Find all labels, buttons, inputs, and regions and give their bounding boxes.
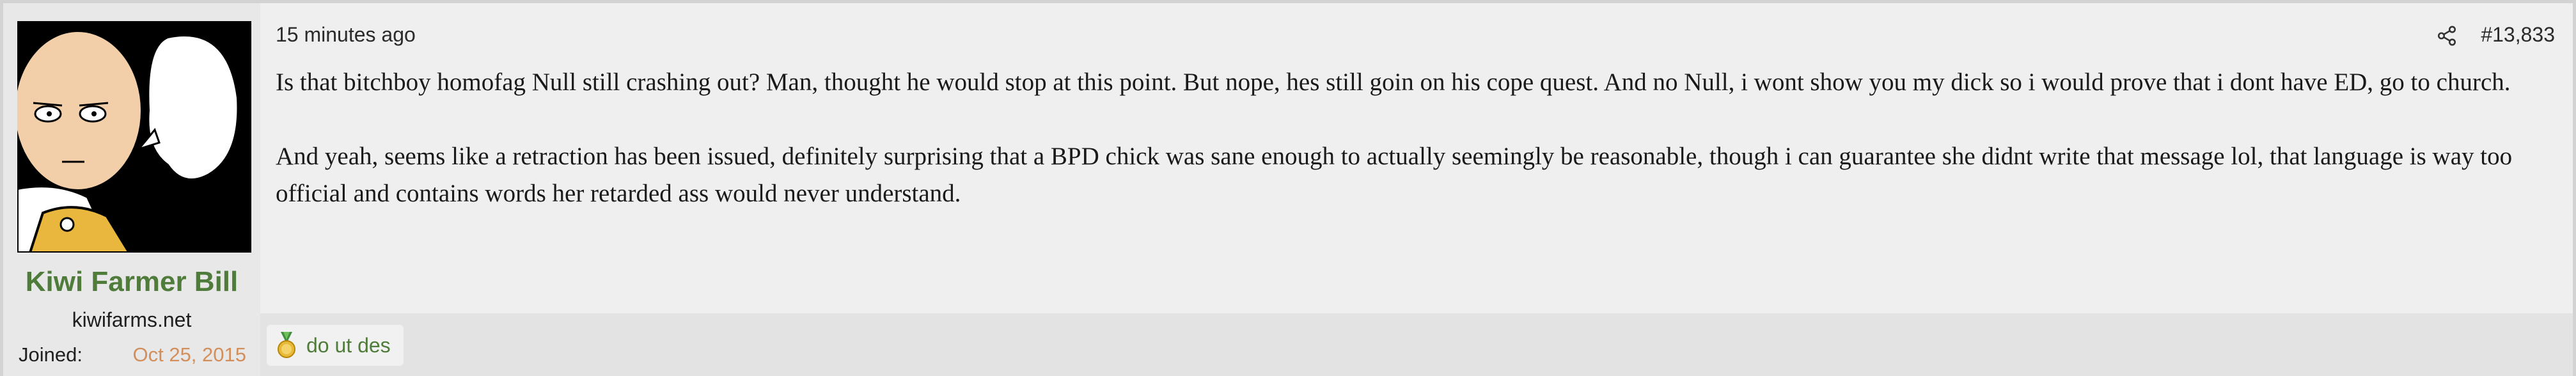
joined-label: Joined: xyxy=(19,343,82,366)
reaction-label: do ut des xyxy=(306,333,391,357)
share-icon[interactable] xyxy=(2436,25,2458,47)
message-body: Is that bitchboy homofag Null still cras… xyxy=(276,64,2552,249)
reaction-bar: do ut des xyxy=(260,313,2573,376)
medal-icon xyxy=(278,332,295,358)
message-paragraph: And yeah, seems like a retraction has be… xyxy=(276,143,2513,207)
joined-date: Oct 25, 2015 xyxy=(132,343,246,366)
username[interactable]: Kiwi Farmer Bill xyxy=(3,265,260,299)
post-main: 15 minutes ago #13,833 Is that bitchboy … xyxy=(260,3,2573,376)
avatar-image xyxy=(17,21,251,253)
post-number-link[interactable]: #13,833 xyxy=(2481,21,2555,48)
user-info-panel: Kiwi Farmer Bill kiwifarms.net Joined: O… xyxy=(3,3,260,376)
user-title: kiwifarms.net xyxy=(72,308,192,331)
avatar[interactable] xyxy=(17,21,251,253)
message-paragraph: Is that bitchboy homofag Null still cras… xyxy=(276,68,2511,96)
reaction-chip[interactable]: do ut des xyxy=(267,325,404,366)
post-timestamp[interactable]: 15 minutes ago xyxy=(276,21,416,48)
forum-post: Kiwi Farmer Bill kiwifarms.net Joined: O… xyxy=(0,0,2576,376)
